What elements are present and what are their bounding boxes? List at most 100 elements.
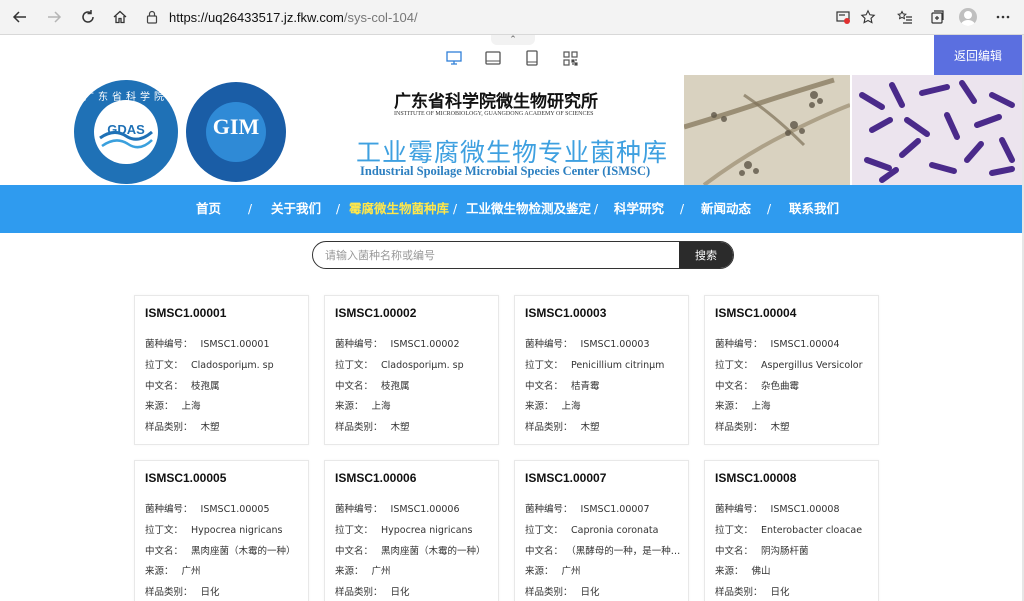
forward-arrow-icon[interactable] <box>42 5 66 29</box>
profile-avatar[interactable] <box>959 8 977 26</box>
strain-card[interactable]: ISMSC1.00007 菌种编号： ISMSC1.00007 拉丁文： Caproni… <box>514 460 689 601</box>
site-title-en: Industrial Spoilage Microbial Species Ce… <box>360 164 651 178</box>
institute-name-cn: 广东省科学院微生物研究所 <box>394 92 598 112</box>
favorites-list-icon[interactable] <box>893 5 917 29</box>
strain-code-label: 菌种编号： <box>715 504 763 515</box>
nav-separator: / <box>594 202 599 216</box>
strain-title[interactable]: ISMSC1.00002 <box>335 306 416 320</box>
strain-cn-value: （黑酵母的一种，是一种地... <box>571 546 685 557</box>
gdas-logo[interactable]: 广东省科学院 GDAS <box>74 80 178 184</box>
strain-cn-label: 中文名： <box>335 546 374 557</box>
strain-latin-row: 拉丁文： Enterobacter cloacae <box>715 522 875 536</box>
nav-separator: / <box>453 202 458 216</box>
lock-icon[interactable] <box>143 8 161 26</box>
tablet-landscape-icon[interactable] <box>484 49 502 67</box>
strain-card[interactable]: ISMSC1.00006 菌种编号： ISMSC1.00006 拉丁文： Hypocre… <box>324 460 499 601</box>
strain-category-value: 木塑 <box>200 422 220 433</box>
strain-cn-row: 中文名： （黑酵母的一种，是一种地... <box>525 543 685 557</box>
refresh-icon[interactable] <box>76 5 100 29</box>
strain-title[interactable]: ISMSC1.00005 <box>145 471 226 485</box>
strain-latin-value: Enterobacter cloacae <box>761 525 863 536</box>
strain-card[interactable]: ISMSC1.00001 菌种编号： ISMSC1.00001 拉丁文： Cladosp… <box>134 295 309 445</box>
tablet-portrait-icon[interactable] <box>523 49 541 67</box>
site-banner: 广东省科学院 GDAS GIM 广东省科学院微生物研究所 INSTITUTE O… <box>0 75 1022 185</box>
strain-category-value: 木塑 <box>580 422 600 433</box>
strain-cn-label: 中文名： <box>145 546 184 557</box>
strain-source-value: 广州 <box>181 566 201 577</box>
strain-code-label: 菌种编号： <box>525 339 573 350</box>
back-arrow-icon[interactable] <box>8 5 32 29</box>
strain-latin-row: 拉丁文： Penicillium citrinμm <box>525 357 685 371</box>
collections-icon[interactable] <box>925 5 949 29</box>
strain-title[interactable]: ISMSC1.00007 <box>525 471 606 485</box>
nav-separator: / <box>767 202 772 216</box>
strain-card[interactable]: ISMSC1.00003 菌种编号： ISMSC1.00003 拉丁文： Penicil… <box>514 295 689 445</box>
strain-latin-label: 拉丁文： <box>525 360 564 371</box>
strain-source-label: 来源： <box>525 401 554 412</box>
strain-source-row: 来源： 广州 <box>335 563 495 577</box>
strain-category-value: 日化 <box>200 587 220 598</box>
strain-category-label: 样品类别： <box>145 587 193 598</box>
strain-category-row: 样品类别： 日化 <box>335 584 495 598</box>
search-button[interactable]: 搜索 <box>679 242 733 268</box>
strain-title[interactable]: ISMSC1.00006 <box>335 471 416 485</box>
strain-latin-row: 拉丁文： Capronia coronata <box>525 522 685 536</box>
strain-cn-row: 中文名： 枝孢属 <box>145 378 305 392</box>
strain-source-row: 来源： 广州 <box>525 563 685 577</box>
strain-source-value: 上海 <box>371 401 391 412</box>
strain-source-label: 来源： <box>145 566 174 577</box>
strain-category-label: 样品类别： <box>335 587 383 598</box>
strain-latin-label: 拉丁文： <box>525 525 564 536</box>
strain-title[interactable]: ISMSC1.00003 <box>525 306 606 320</box>
editor-topbar: ⌃ 返回编辑 <box>0 35 1022 76</box>
strain-cn-row: 中文名： 黑肉座菌（木霉的一种） <box>145 543 305 557</box>
strain-title[interactable]: ISMSC1.00008 <box>715 471 796 485</box>
strain-code-value: ISMSC1.00004 <box>770 339 840 350</box>
strain-title[interactable]: ISMSC1.00004 <box>715 306 796 320</box>
nav-item-contact[interactable]: 联系我们 <box>789 185 839 233</box>
strain-code-label: 菌种编号： <box>715 339 763 350</box>
favorite-star-icon[interactable] <box>856 5 880 29</box>
nav-item-strain-bank[interactable]: 霉腐微生物菌种库 <box>349 185 449 233</box>
desktop-view-icon[interactable] <box>445 49 463 67</box>
strain-source-value: 上海 <box>181 401 201 412</box>
nav-item-about[interactable]: 关于我们 <box>271 185 321 233</box>
strain-code-label: 菌种编号： <box>145 504 193 515</box>
strain-latin-label: 拉丁文： <box>145 360 184 371</box>
qrcode-icon[interactable] <box>561 49 579 67</box>
page-content: ⌃ 返回编辑 广东省科学院 GDAS GIM 广东省科学院微生物研究所 INST… <box>0 35 1022 601</box>
strain-source-label: 来源： <box>335 401 364 412</box>
strain-card[interactable]: ISMSC1.00002 菌种编号： ISMSC1.00002 拉丁文： Cladosp… <box>324 295 499 445</box>
strain-cn-value: 黑肉座菌（木霉的一种） <box>191 546 296 557</box>
strain-card[interactable]: ISMSC1.00005 菌种编号： ISMSC1.00005 拉丁文： Hypocre… <box>134 460 309 601</box>
gdas-logo-text: GDAS <box>107 122 145 137</box>
strain-cn-label: 中文名： <box>525 546 564 557</box>
strain-latin-row: 拉丁文： Aspergillus Versicolor <box>715 357 875 371</box>
search-input[interactable] <box>323 242 677 268</box>
site-permissions-icon[interactable] <box>831 5 855 29</box>
nav-separator: / <box>336 202 341 216</box>
strain-title[interactable]: ISMSC1.00001 <box>145 306 226 320</box>
strain-category-label: 样品类别： <box>145 422 193 433</box>
collapse-toggle[interactable]: ⌃ <box>491 35 535 45</box>
strain-cn-label: 中文名： <box>715 381 754 392</box>
nav-separator: / <box>680 202 685 216</box>
nav-item-news[interactable]: 新闻动态 <box>701 185 751 233</box>
institute-name-en: INSTITUTE OF MICROBIOLOGY, GUANGDONG ACA… <box>394 111 594 117</box>
back-to-edit-button[interactable]: 返回编辑 <box>934 35 1022 75</box>
nav-item-detection[interactable]: 工业微生物检测及鉴定 <box>466 185 591 233</box>
nav-item-research[interactable]: 科学研究 <box>614 185 664 233</box>
strain-category-label: 样品类别： <box>715 587 763 598</box>
more-menu-icon[interactable] <box>991 5 1015 29</box>
browser-toolbar: https://uq26433517.jz.fkw.com/sys-col-10… <box>0 0 1024 35</box>
strain-source-value: 佛山 <box>751 566 771 577</box>
search-bar: 搜索 <box>312 241 734 269</box>
address-bar[interactable]: https://uq26433517.jz.fkw.com/sys-col-10… <box>143 4 823 30</box>
strain-card[interactable]: ISMSC1.00004 菌种编号： ISMSC1.00004 拉丁文： Aspergi… <box>704 295 879 445</box>
nav-item-home[interactable]: 首页 <box>196 185 221 233</box>
url-text[interactable]: https://uq26433517.jz.fkw.com/sys-col-10… <box>169 10 418 25</box>
home-icon[interactable] <box>108 5 132 29</box>
strain-card[interactable]: ISMSC1.00008 菌种编号： ISMSC1.00008 拉丁文： Enterob… <box>704 460 879 601</box>
gim-logo[interactable]: GIM <box>184 80 288 184</box>
strain-category-label: 样品类别： <box>335 422 383 433</box>
